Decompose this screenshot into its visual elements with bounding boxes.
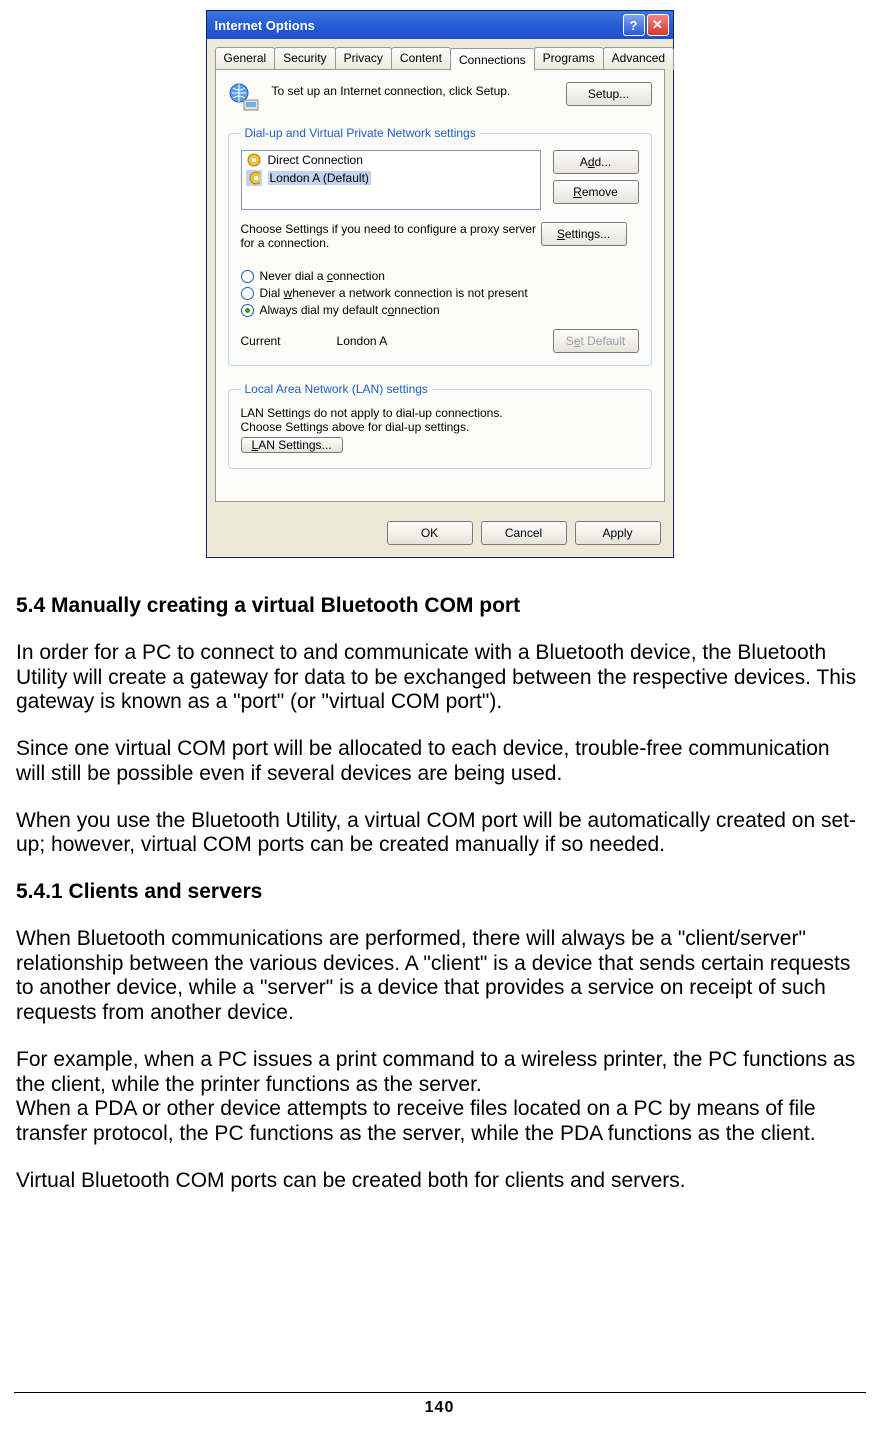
tab-advanced[interactable]: Advanced: [603, 47, 674, 70]
close-button[interactable]: ✕: [647, 14, 669, 36]
paragraph: For example, when a PC issues a print co…: [16, 1048, 863, 1098]
connections-listbox[interactable]: Direct Connection London A (Default): [241, 150, 541, 210]
radio-icon: [241, 304, 254, 317]
dial-behavior-radios: Never dial a connection Dial whenever a …: [241, 258, 639, 317]
tab-privacy[interactable]: Privacy: [335, 47, 392, 70]
setup-hint-text: To set up an Internet connection, click …: [272, 82, 556, 98]
document-body: 5.4 Manually creating a virtual Bluetoot…: [14, 594, 865, 1194]
globe-network-icon: [228, 82, 262, 116]
paragraph: When a PDA or other device attempts to r…: [16, 1097, 863, 1147]
radio-never-dial[interactable]: Never dial a connection: [241, 269, 639, 283]
connection-icon: [246, 152, 262, 168]
current-label: Current: [241, 334, 281, 348]
lan-legend: Local Area Network (LAN) settings: [241, 382, 432, 396]
tab-security[interactable]: Security: [274, 47, 335, 70]
connection-item-direct[interactable]: Direct Connection: [242, 151, 540, 169]
radio-always-dial-default[interactable]: Always dial my default connection: [241, 303, 639, 317]
connection-item-london-a[interactable]: London A (Default): [242, 169, 540, 187]
tabs: General Security Privacy Content Connect…: [207, 39, 673, 70]
tab-general[interactable]: General: [215, 47, 276, 70]
paragraph: Since one virtual COM port will be alloc…: [16, 737, 863, 787]
settings-hint: Choose Settings if you need to configure…: [241, 222, 541, 250]
tab-programs[interactable]: Programs: [534, 47, 604, 70]
lan-settings-group: Local Area Network (LAN) settings LAN Se…: [228, 382, 652, 469]
tab-panel-connections: To set up an Internet connection, click …: [215, 69, 665, 502]
paragraph: When you use the Bluetooth Utility, a vi…: [16, 809, 863, 859]
remove-button[interactable]: Remove: [553, 180, 639, 204]
help-button[interactable]: ?: [623, 14, 645, 36]
radio-icon: [241, 270, 254, 283]
dialup-vpn-group: Dial-up and Virtual Private Network sett…: [228, 126, 652, 366]
footer-rule: [14, 1392, 866, 1393]
paragraph: Virtual Bluetooth COM ports can be creat…: [16, 1169, 863, 1194]
setup-button[interactable]: Setup...: [566, 82, 652, 106]
title-bar[interactable]: Internet Options ? ✕: [207, 11, 673, 39]
internet-options-dialog: Internet Options ? ✕ General Security Pr…: [206, 10, 674, 558]
set-default-button[interactable]: Set Default: [553, 329, 639, 353]
dialup-vpn-legend: Dial-up and Virtual Private Network sett…: [241, 126, 480, 140]
lan-hint-text: LAN Settings do not apply to dial-up con…: [241, 406, 541, 434]
cancel-button[interactable]: Cancel: [481, 521, 567, 545]
ok-button[interactable]: OK: [387, 521, 473, 545]
paragraph: When Bluetooth communications are perfor…: [16, 927, 863, 1026]
dialog-footer: OK Cancel Apply: [207, 511, 673, 557]
paragraph: In order for a PC to connect to and comm…: [16, 641, 863, 715]
radio-dial-when-no-net[interactable]: Dial whenever a network connection is no…: [241, 286, 639, 300]
window-title: Internet Options: [215, 18, 621, 33]
add-button[interactable]: Add...: [553, 150, 639, 174]
current-value: London A: [337, 334, 388, 348]
settings-button[interactable]: Settings...: [541, 222, 627, 246]
tab-content[interactable]: Content: [391, 47, 451, 70]
apply-button[interactable]: Apply: [575, 521, 661, 545]
heading-5-4: 5.4 Manually creating a virtual Bluetoot…: [16, 594, 863, 619]
lan-settings-button[interactable]: LAN Settings...: [241, 437, 343, 453]
connection-icon: [246, 170, 262, 186]
tab-connections[interactable]: Connections: [450, 48, 535, 71]
radio-icon: [241, 287, 254, 300]
page-footer: 140: [0, 1392, 879, 1417]
heading-5-4-1: 5.4.1 Clients and servers: [16, 880, 863, 905]
page-number: 140: [425, 1399, 455, 1416]
